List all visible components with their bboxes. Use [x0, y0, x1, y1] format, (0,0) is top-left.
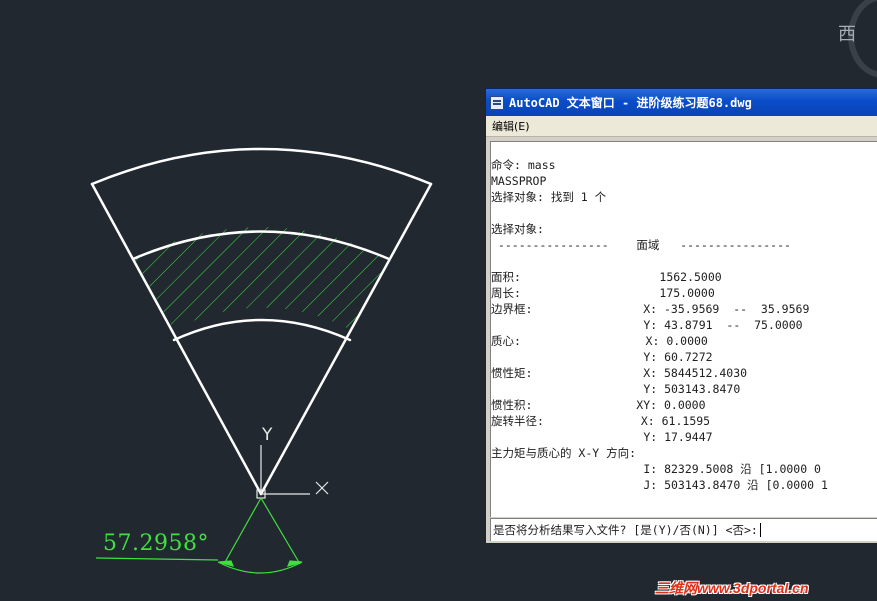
hatched-region: [134, 226, 388, 330]
ucs-icon: [256, 445, 329, 499]
history-line: 边界框: X: -35.9569 -- 35.9569: [491, 302, 810, 316]
text-window-icon: [490, 95, 504, 110]
text-window-menubar: 编辑(E): [486, 116, 877, 137]
text-cursor: [759, 523, 761, 537]
history-line: I: 82329.5008 沿 [1.0000 0: [491, 462, 821, 476]
command-line[interactable]: 是否将分析结果写入文件? [是(Y)/否(N)] <否>:: [490, 518, 877, 541]
history-line: 面积: 1562.5000: [491, 270, 722, 284]
history-line: MASSPROP: [491, 174, 547, 188]
history-line: ---------------- 面域 ----------------: [491, 238, 791, 252]
dimension-text: 57.2958°: [103, 531, 209, 556]
viewcube-west-label[interactable]: 西: [838, 20, 856, 46]
history-line: Y: 60.7272: [491, 350, 713, 364]
text-window-title: AutoCAD 文本窗口 - 进阶级练习题68.dwg: [509, 96, 752, 110]
history-line: J: 503143.8470 沿 [0.0000 1: [491, 478, 828, 492]
text-window-titlebar[interactable]: AutoCAD 文本窗口 - 进阶级练习题68.dwg: [486, 89, 877, 116]
outer-arc: [90, 147, 433, 186]
history-line: 选择对象: 找到 1 个: [491, 190, 607, 204]
history-line: Y: 17.9447: [491, 430, 713, 444]
autocad-text-window[interactable]: AutoCAD 文本窗口 - 进阶级练习题68.dwg 编辑(E) 命令: ma…: [485, 88, 877, 544]
history-line: 选择对象:: [491, 222, 544, 236]
history-line: 周长: 175.0000: [491, 286, 715, 300]
history-line: 主力矩与质心的 X-Y 方向:: [491, 446, 637, 460]
menu-edit[interactable]: 编辑(E): [492, 118, 530, 134]
history-line: 命令: mass: [491, 158, 556, 172]
history-line: 惯性矩: X: 5844512.4030: [491, 366, 748, 380]
ucs-y-label: Y: [262, 425, 273, 445]
history-line: 旋转半径: X: 61.1595: [491, 414, 711, 428]
site-watermark: 三维网www.3dportal.cn: [655, 580, 809, 596]
lower-middle-arc: [172, 318, 352, 342]
history-line: Y: 43.8791 -- 75.0000: [491, 318, 803, 332]
history-line: Y: 503143.8470: [491, 382, 741, 396]
history-line: 惯性积: XY: 0.0000: [491, 398, 706, 412]
command-prompt: 是否将分析结果写入文件? [是(Y)/否(N)] <否>:: [493, 523, 758, 537]
command-history[interactable]: 命令: mass MASSPROP 选择对象: 找到 1 个选择对象: ------…: [490, 141, 877, 517]
history-line: 质心: X: 0.0000: [491, 334, 708, 348]
